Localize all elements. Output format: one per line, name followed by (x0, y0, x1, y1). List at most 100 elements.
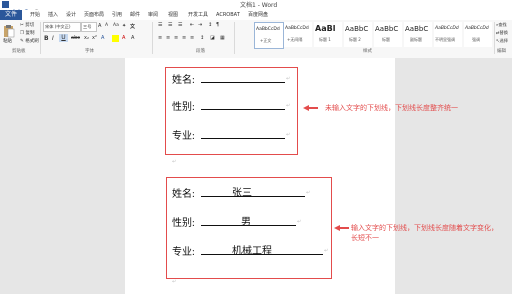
copy-button[interactable]: ❐ 复制 (20, 30, 34, 36)
multilevel-list-icon[interactable]: ☰ (178, 22, 182, 28)
select-label: 选择 (499, 38, 508, 43)
customize-qat-icon[interactable] (43, 1, 50, 15)
form1-gender-label: 性别: (172, 102, 195, 113)
tab-home[interactable]: 开始 (30, 10, 40, 20)
paste-icon[interactable] (3, 23, 15, 38)
strikethrough-icon[interactable]: abc (71, 35, 80, 41)
paste-button[interactable]: 粘贴 (3, 38, 12, 44)
format-painter-label: 格式刷 (25, 39, 39, 44)
show-marks-icon[interactable]: ¶ (216, 22, 219, 28)
font-name-select[interactable]: 宋体 (中文正) (43, 22, 81, 32)
replace-button[interactable]: ⇄替换 (496, 30, 508, 36)
style-sample: AaBl (315, 24, 336, 33)
line-spacing-icon[interactable]: ↕ (200, 35, 204, 41)
bold-icon[interactable]: B (44, 35, 49, 42)
italic-icon[interactable]: I (52, 35, 54, 42)
tab-developer[interactable]: 开发工具 (188, 10, 208, 20)
form1-name-underline[interactable] (201, 82, 285, 83)
style-no-spacing[interactable]: AaBbCcDd +无间隔 (284, 22, 312, 47)
tab-design[interactable]: 设计 (66, 10, 76, 20)
decrease-indent-icon[interactable]: ⇤ (190, 22, 194, 28)
style-name: 强调 (472, 37, 480, 42)
font-size-value: 三号 (83, 24, 92, 29)
tab-mailings[interactable]: 邮件 (130, 10, 140, 20)
shading-icon[interactable]: ◪ (210, 35, 215, 41)
form2-name-label: 姓名: (172, 189, 195, 200)
style-name: +无间隔 (287, 37, 303, 42)
format-painter-button[interactable]: ✎ 格式刷 (20, 38, 39, 44)
paragraph-mark: ↵ (286, 132, 291, 138)
style-name: 不明显强调 (435, 37, 455, 42)
style-subtle-emphasis[interactable]: AaBbCcDd 不明显强调 (434, 22, 462, 47)
borders-icon[interactable]: ▦ (220, 35, 225, 41)
window-title: 文档1 - Word (240, 2, 278, 9)
form1-annotation: 未输入文字的下划线，下划线长度整齐统一 (325, 104, 458, 112)
style-subtitle[interactable]: AaBbC 副标题 (404, 22, 432, 47)
align-left-icon[interactable]: ≡ (158, 35, 162, 41)
find-button[interactable]: ⌕查找 (496, 22, 507, 28)
style-heading-1[interactable]: AaBl 标题 1 (314, 22, 342, 47)
form2-major-underline (201, 254, 323, 255)
change-case-icon[interactable]: Aa (113, 23, 119, 28)
highlight-icon[interactable] (112, 35, 119, 42)
align-right-icon[interactable]: ≡ (174, 35, 178, 41)
distributed-icon[interactable]: ≡ (190, 35, 194, 41)
style-emphasis[interactable]: AaBbCcDd 强调 (464, 22, 492, 47)
clipboard-group-label: 剪贴板 (12, 49, 26, 54)
copy-icon: ❐ (20, 31, 25, 36)
text-effects-icon[interactable]: A (101, 35, 104, 41)
form1-gender-underline[interactable] (201, 109, 285, 110)
grow-font-icon[interactable]: A (98, 23, 101, 29)
form2-annotation-line2: 长短不一 (351, 234, 379, 242)
style-sample: AaBbC (345, 25, 369, 33)
undo-icon[interactable] (23, 1, 30, 16)
sort-icon[interactable]: ↕ (208, 22, 212, 28)
style-sample: AaBbCcDd (435, 26, 459, 31)
tab-layout[interactable]: 页面布局 (84, 10, 104, 20)
tab-baidu-netdisk[interactable]: 百度网盘 (248, 10, 268, 20)
font-size-select[interactable]: 三号 (81, 22, 97, 32)
cut-label: 剪切 (25, 23, 35, 28)
redo-icon[interactable] (33, 1, 40, 16)
superscript-icon[interactable]: x² (92, 35, 97, 41)
group-divider (494, 22, 495, 54)
tab-acrobat[interactable]: ACROBAT (216, 10, 240, 20)
tab-insert[interactable]: 插入 (48, 10, 58, 20)
phonetic-icon[interactable]: 文 (130, 23, 135, 30)
arrow-line (339, 227, 349, 229)
font-color-icon[interactable]: A (122, 35, 125, 41)
char-shading-icon[interactable]: A (131, 35, 134, 41)
tab-view[interactable]: 视图 (168, 10, 178, 20)
underline-icon[interactable]: U (59, 34, 68, 42)
form2-major-label: 专业: (172, 247, 195, 258)
tab-references[interactable]: 引用 (112, 10, 122, 20)
style-title[interactable]: AaBbC 标题 (374, 22, 402, 47)
clear-format-icon[interactable]: ✦ (122, 23, 126, 29)
save-icon[interactable] (13, 1, 20, 16)
group-divider (40, 22, 41, 54)
arrow-line (308, 107, 318, 109)
paragraph-mark: ↵ (172, 159, 177, 165)
subscript-icon[interactable]: x₂ (84, 35, 89, 41)
style-normal[interactable]: AaBbCcDd +正文 (254, 22, 284, 49)
justify-icon[interactable]: ≡ (182, 35, 186, 41)
style-heading-2[interactable]: AaBbC 标题 2 (344, 22, 372, 47)
replace-label: 替换 (499, 30, 508, 35)
align-center-icon[interactable]: ≡ (166, 35, 170, 41)
shrink-font-icon[interactable]: A (105, 23, 108, 28)
numbering-icon[interactable]: ☰ (168, 22, 172, 28)
paragraph-group-label: 段落 (196, 49, 205, 54)
select-button[interactable]: ↖选择 (496, 38, 508, 44)
style-name: 标题 1 (319, 37, 331, 42)
bullets-icon[interactable]: ☰ (158, 22, 162, 28)
form1-major-underline[interactable] (201, 138, 285, 139)
tab-review[interactable]: 审阅 (148, 10, 158, 20)
cut-button[interactable]: ✂ 剪切 (20, 22, 34, 28)
paragraph-mark: ↵ (306, 190, 311, 196)
style-sample: AaBbC (375, 25, 399, 33)
increase-indent-icon[interactable]: ⇥ (198, 22, 202, 28)
paragraph-mark: ↵ (297, 219, 302, 225)
style-sample: AaBbCcDd (465, 26, 489, 31)
style-sample: AaBbCcDd (256, 27, 280, 32)
tab-file[interactable]: 文件 (0, 10, 22, 20)
